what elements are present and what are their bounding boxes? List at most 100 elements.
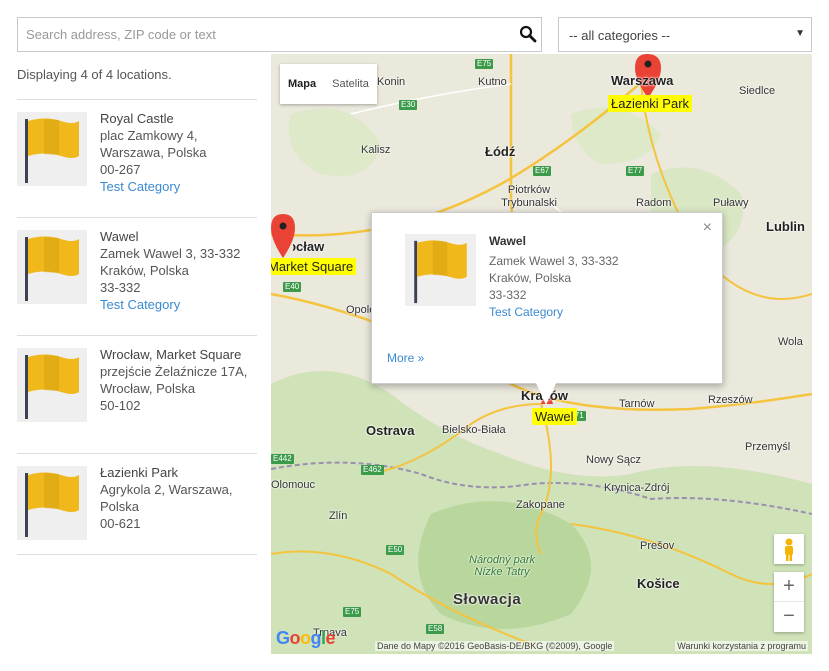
info-category-link[interactable]: Test Category bbox=[489, 304, 619, 321]
place-label: Zakopane bbox=[516, 499, 565, 511]
road-shield: E75 bbox=[475, 59, 494, 69]
place-label: Tarnów bbox=[619, 398, 655, 410]
dropdown-arrow-icon: ▼ bbox=[795, 28, 805, 39]
place-label: Prešov bbox=[640, 540, 675, 552]
info-more-link[interactable]: More » bbox=[387, 351, 424, 365]
flag-icon bbox=[17, 112, 87, 186]
road-shield: E77 bbox=[626, 166, 645, 176]
info-window: Wawel Zamek Wawel 3, 33-332 Kraków, Pols… bbox=[371, 212, 723, 384]
location-count: Displaying 4 of 4 locations. bbox=[17, 67, 172, 82]
location-text: Łazienki Park Agrykola 2, Warszawa, Pols… bbox=[100, 464, 250, 532]
location-city: Kraków, Polska bbox=[100, 263, 189, 278]
location-address: Agrykola 2, Warszawa, bbox=[100, 482, 233, 497]
road-shield: E30 bbox=[399, 100, 418, 110]
info-window-tail bbox=[536, 383, 556, 405]
place-label: Lublin bbox=[766, 219, 805, 234]
location-text: Wawel Zamek Wawel 3, 33-332 Kraków, Pols… bbox=[100, 228, 250, 313]
location-zip: 33-332 bbox=[100, 280, 141, 295]
location-zip: 00-621 bbox=[100, 516, 141, 531]
map-type-satellite-button[interactable]: Satelita bbox=[324, 64, 377, 104]
info-address: Zamek Wawel 3, 33-332 bbox=[489, 254, 619, 268]
road-shield: E58 bbox=[426, 624, 445, 634]
zoom-out-button[interactable]: − bbox=[774, 602, 804, 632]
park-label-1: Národný park bbox=[469, 554, 536, 566]
location-address: Zamek Wawel 3, 33-332 bbox=[100, 246, 241, 261]
location-category-link[interactable]: Test Category bbox=[100, 178, 250, 195]
location-name: Wawel bbox=[100, 229, 139, 244]
place-label: Národný park Nízke Tatry bbox=[469, 554, 535, 578]
info-city: Kraków, Polska bbox=[489, 271, 572, 285]
place-label: Puławy bbox=[713, 197, 749, 209]
location-category-link[interactable]: Test Category bbox=[100, 296, 250, 313]
close-icon[interactable]: × bbox=[703, 220, 712, 236]
flag-icon bbox=[17, 466, 87, 540]
place-label: Piotrków Trybunalski bbox=[501, 184, 557, 209]
marker-label-wawel[interactable]: Wawel bbox=[532, 408, 577, 425]
place-label: Siedlce bbox=[739, 85, 776, 97]
place-label: Krynica-Zdrój bbox=[604, 482, 670, 494]
google-logo: Google bbox=[276, 628, 336, 648]
place-label: Warszawa bbox=[611, 73, 674, 88]
location-list: Royal Castle plac Zamkowy 4, Warszawa, P… bbox=[17, 99, 257, 555]
road-shield: E442 bbox=[271, 454, 294, 464]
info-zip: 33-332 bbox=[489, 288, 527, 302]
zoom-control: + − bbox=[774, 572, 804, 632]
place-label: Rzeszów bbox=[708, 394, 753, 406]
region-label: Słowacja bbox=[453, 591, 522, 608]
place-label: Zlín bbox=[329, 510, 348, 522]
place-label: Olomouc bbox=[271, 479, 316, 491]
info-text: Wawel Zamek Wawel 3, 33-332 Kraków, Pols… bbox=[489, 233, 619, 321]
flag-icon bbox=[17, 348, 87, 422]
location-name: Royal Castle bbox=[100, 111, 174, 126]
place-label: Łódź bbox=[485, 144, 516, 159]
location-text: Wrocław, Market Square przejście Żelaźni… bbox=[100, 346, 250, 414]
place-label: Ostrava bbox=[366, 423, 415, 438]
search-input[interactable] bbox=[18, 18, 513, 51]
map-type-control: Mapa Satelita bbox=[280, 64, 377, 104]
map[interactable]: Mapa Satelita Warszawa Konin Kutno Siedl… bbox=[271, 54, 812, 654]
location-city: Polska bbox=[100, 499, 140, 514]
list-item[interactable]: Łazienki Park Agrykola 2, Warszawa, Pols… bbox=[17, 453, 257, 555]
location-name: Wrocław, Market Square bbox=[100, 347, 242, 362]
search-icon[interactable] bbox=[519, 25, 537, 43]
location-zip: 00-267 bbox=[100, 162, 141, 177]
info-name: Wawel bbox=[489, 234, 526, 248]
park-label-2: Nízke Tatry bbox=[474, 566, 530, 578]
map-attribution: Dane do Mapy ©2016 GeoBasis-DE/BKG (©200… bbox=[375, 641, 615, 651]
list-item[interactable]: Wawel Zamek Wawel 3, 33-332 Kraków, Pols… bbox=[17, 217, 257, 335]
list-item[interactable]: Wrocław, Market Square przejście Żelaźni… bbox=[17, 335, 257, 453]
road-shield: E50 bbox=[386, 545, 405, 555]
place-label: Košice bbox=[637, 576, 680, 591]
road-shield: E462 bbox=[361, 465, 384, 475]
marker-label-market[interactable]: Market Square bbox=[271, 258, 357, 275]
location-address: plac Zamkowy 4, bbox=[100, 128, 198, 143]
place-label: Radom bbox=[636, 197, 672, 209]
flag-icon bbox=[17, 230, 87, 304]
location-city: Warszawa, Polska bbox=[100, 145, 207, 160]
place-label: Konin bbox=[377, 76, 406, 88]
flag-icon bbox=[405, 234, 476, 306]
place-label: Wola bbox=[778, 336, 803, 348]
location-name: Łazienki Park bbox=[100, 465, 179, 480]
place-label: Przemyśl bbox=[745, 441, 791, 453]
road-shield: E40 bbox=[283, 282, 302, 292]
search-box bbox=[17, 17, 542, 52]
street-view-pegman-icon[interactable] bbox=[774, 534, 804, 564]
road-shield: E67 bbox=[533, 166, 552, 176]
location-city: Wrocław, Polska bbox=[100, 381, 196, 396]
location-text: Royal Castle plac Zamkowy 4, Warszawa, P… bbox=[100, 110, 250, 195]
map-terms-link[interactable]: Warunki korzystania z programu bbox=[675, 641, 808, 651]
place-label: Kalisz bbox=[361, 144, 391, 156]
place-label: Bielsko-Biała bbox=[442, 424, 506, 436]
road-shield: E75 bbox=[343, 607, 362, 617]
list-item[interactable]: Royal Castle plac Zamkowy 4, Warszawa, P… bbox=[17, 99, 257, 217]
location-zip: 50-102 bbox=[100, 398, 141, 413]
map-type-map-button[interactable]: Mapa bbox=[280, 64, 324, 104]
place-label: Kutno bbox=[478, 76, 507, 88]
place-label: Nowy Sącz bbox=[586, 454, 642, 466]
location-address: przejście Żelaźnicze 17A, bbox=[100, 364, 248, 379]
marker-label-lazienki[interactable]: Łazienki Park bbox=[608, 95, 693, 112]
category-select-value: -- all categories -- bbox=[569, 28, 671, 43]
category-select[interactable]: -- all categories -- ▼ bbox=[558, 17, 812, 52]
zoom-in-button[interactable]: + bbox=[774, 572, 804, 602]
